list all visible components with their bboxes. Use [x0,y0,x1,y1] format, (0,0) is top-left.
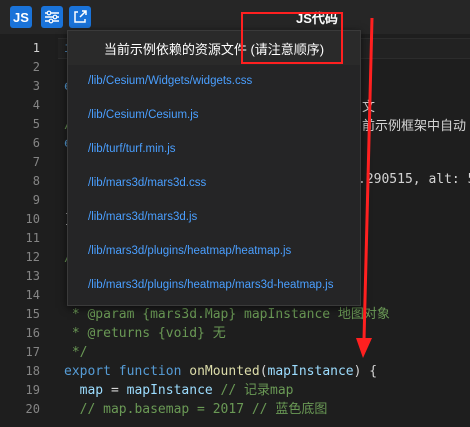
annotation-arrow-icon [356,17,374,358]
